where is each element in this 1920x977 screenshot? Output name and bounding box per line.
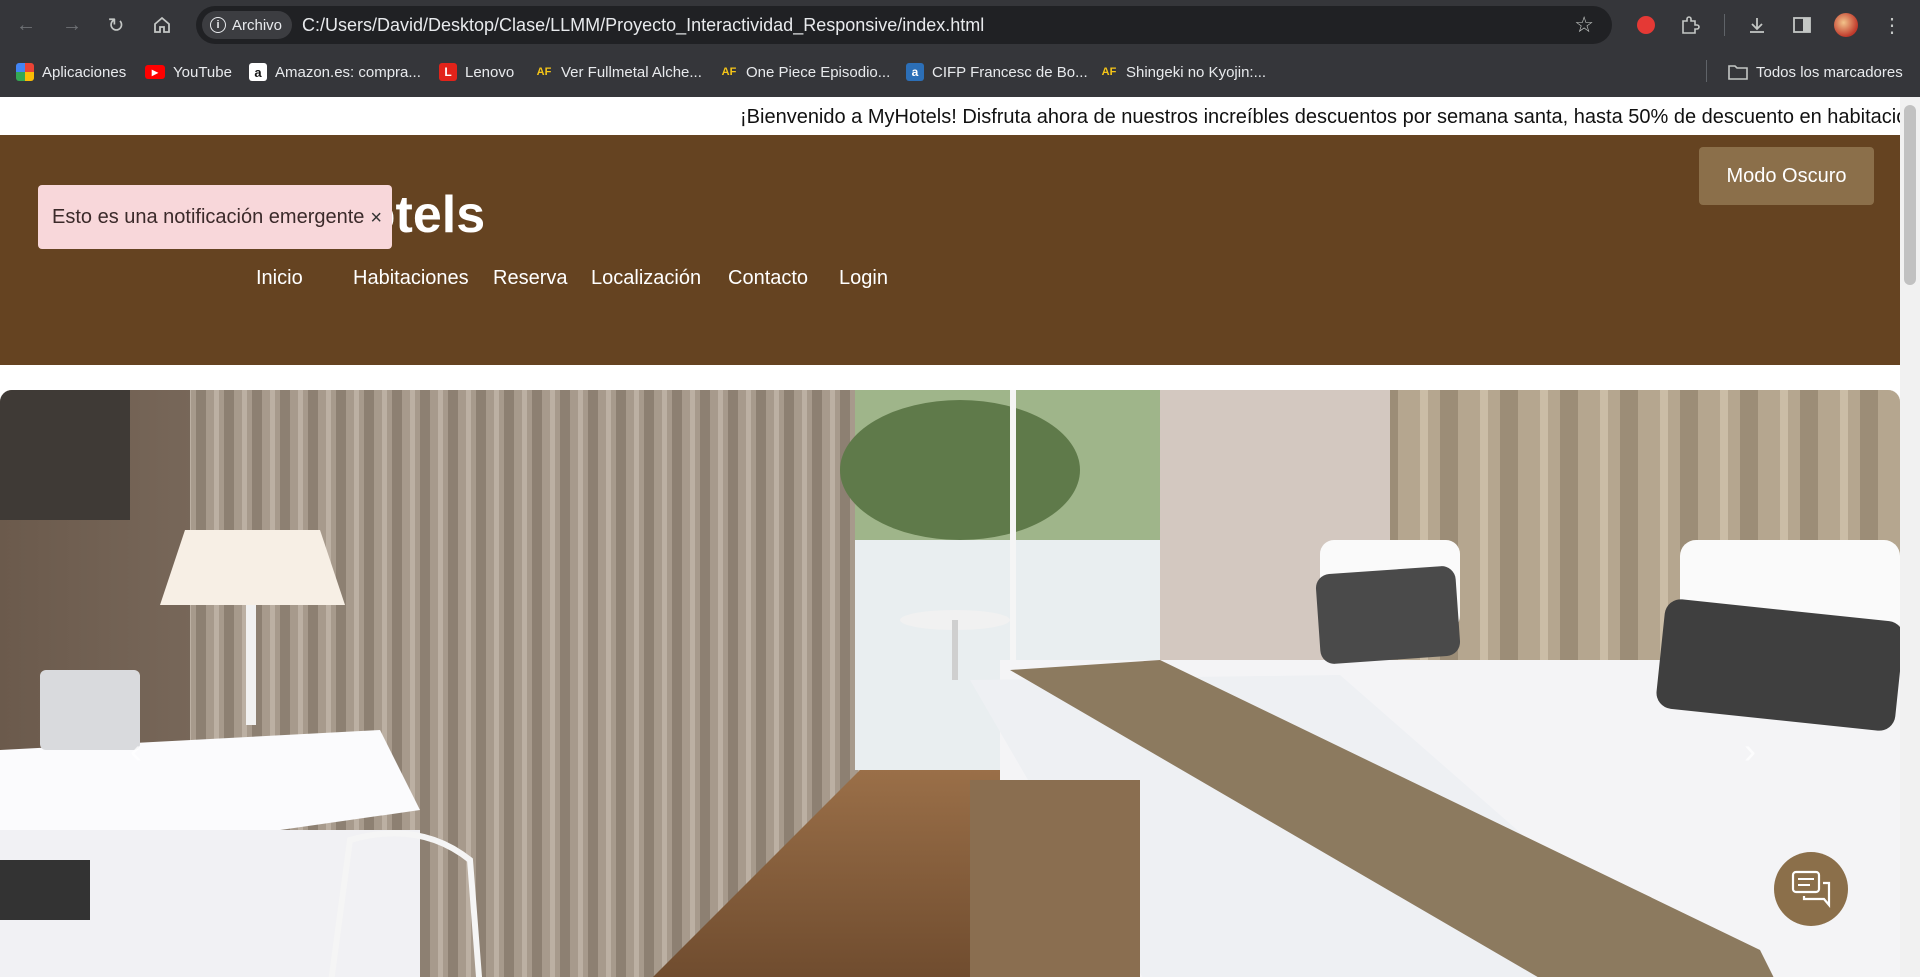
nav-habitaciones[interactable]: Habitaciones: [353, 267, 469, 290]
profile-avatar[interactable]: [1830, 9, 1862, 41]
bookmark-label: CIFP Francesc de Bo...: [932, 63, 1088, 81]
home-icon[interactable]: [146, 9, 178, 41]
bookmark-amazon[interactable]: a Amazon.es: compra...: [249, 60, 421, 84]
bookmark-youtube[interactable]: ▶ YouTube: [145, 60, 232, 84]
af-icon: AF: [536, 66, 552, 78]
welcome-marquee: ¡Bienvenido a MyHotels! Disfruta ahora d…: [0, 97, 1900, 135]
url-text[interactable]: C:/Users/David/Desktop/Clase/LLMM/Proyec…: [302, 6, 984, 44]
all-bookmarks[interactable]: Todos los marcadores: [1728, 60, 1903, 84]
folder-icon: [1728, 65, 1748, 80]
dark-mode-button[interactable]: Modo Oscuro: [1699, 147, 1874, 205]
bookmark-label: Lenovo: [465, 63, 515, 81]
page-viewport: ¡Bienvenido a MyHotels! Disfruta ahora d…: [0, 97, 1900, 977]
close-icon[interactable]: ×: [370, 207, 382, 230]
amazon-icon: a: [249, 63, 267, 81]
back-icon[interactable]: ←: [10, 9, 42, 41]
chat-button[interactable]: [1774, 852, 1848, 926]
side-panel-icon[interactable]: [1786, 9, 1818, 41]
nav-contacto[interactable]: Contacto: [728, 267, 808, 290]
nav-reserva[interactable]: Reserva: [493, 267, 567, 290]
scrollbar-thumb[interactable]: [1904, 105, 1916, 285]
forward-icon[interactable]: →: [56, 9, 88, 41]
hotel-room-image: [0, 390, 1900, 977]
carousel-prev-icon[interactable]: ‹: [130, 730, 142, 772]
youtube-icon: ▶: [145, 65, 165, 79]
bookmarks-bar: Aplicaciones ▶ YouTube a Amazon.es: comp…: [0, 52, 1920, 92]
bookmark-label: YouTube: [173, 63, 232, 81]
carousel-next-icon[interactable]: ›: [1744, 730, 1756, 772]
toolbar-divider: [1724, 14, 1725, 36]
nav-localizacion[interactable]: Localización: [591, 267, 701, 290]
bookmark-label: Amazon.es: compra...: [275, 63, 421, 81]
browser-chrome: ← → ↻ i Archivo C:/Users/David/Desktop/C…: [0, 0, 1920, 97]
bookmark-fullmetal[interactable]: AF Ver Fullmetal Alche...: [535, 60, 702, 84]
marquee-text: ¡Bienvenido a MyHotels! Disfruta ahora d…: [740, 106, 1900, 128]
hero-carousel: ‹ ›: [0, 390, 1900, 977]
bookmark-cifp[interactable]: a CIFP Francesc de Bo...: [906, 60, 1088, 84]
site-info-chip[interactable]: i Archivo: [202, 11, 293, 39]
bookmarks-divider: [1706, 60, 1707, 82]
download-icon[interactable]: [1741, 9, 1773, 41]
address-bar[interactable]: i Archivo C:/Users/David/Desktop/Clase/L…: [196, 6, 1612, 44]
bookmark-label: Aplicaciones: [42, 63, 127, 81]
lenovo-icon: L: [439, 63, 457, 81]
menu-dots-icon[interactable]: ⋮: [1876, 9, 1908, 41]
page-scrollbar[interactable]: [1900, 97, 1920, 977]
bookmark-shingeki[interactable]: AF Shingeki no Kyojin:...: [1100, 60, 1266, 84]
bookmark-one-piece[interactable]: AF One Piece Episodio...: [720, 60, 891, 84]
popup-notification: Esto es una notificación emergente ×: [38, 185, 392, 249]
af-icon: AF: [1101, 66, 1117, 78]
extension-stop-icon[interactable]: [1630, 9, 1662, 41]
bookmark-label: Shingeki no Kyojin:...: [1126, 63, 1267, 81]
apps-grid-icon: [16, 63, 34, 81]
security-chip-label: Archivo: [232, 16, 283, 34]
all-bookmarks-label: Todos los marcadores: [1756, 63, 1903, 81]
info-icon: i: [210, 17, 226, 33]
bookmark-label: Ver Fullmetal Alche...: [561, 63, 702, 81]
cifp-icon: a: [906, 63, 924, 81]
notification-text: Esto es una notificación emergente: [52, 205, 365, 228]
reload-icon[interactable]: ↻: [100, 9, 132, 41]
bookmark-aplicaciones[interactable]: Aplicaciones: [16, 60, 126, 84]
site-header: MyHotels Inicio Habitaciones Reserva Loc…: [0, 135, 1900, 365]
bookmark-label: One Piece Episodio...: [746, 63, 891, 81]
bookmark-star-icon[interactable]: ☆: [1574, 12, 1594, 38]
browser-toolbar: ← → ↻ i Archivo C:/Users/David/Desktop/C…: [0, 0, 1920, 50]
bookmark-lenovo[interactable]: L Lenovo: [439, 60, 514, 84]
nav-inicio[interactable]: Inicio: [256, 267, 303, 290]
chat-icon: [1791, 870, 1831, 909]
extensions-puzzle-icon[interactable]: [1674, 9, 1706, 41]
af-icon: AF: [721, 66, 737, 78]
nav-login[interactable]: Login: [839, 267, 888, 290]
